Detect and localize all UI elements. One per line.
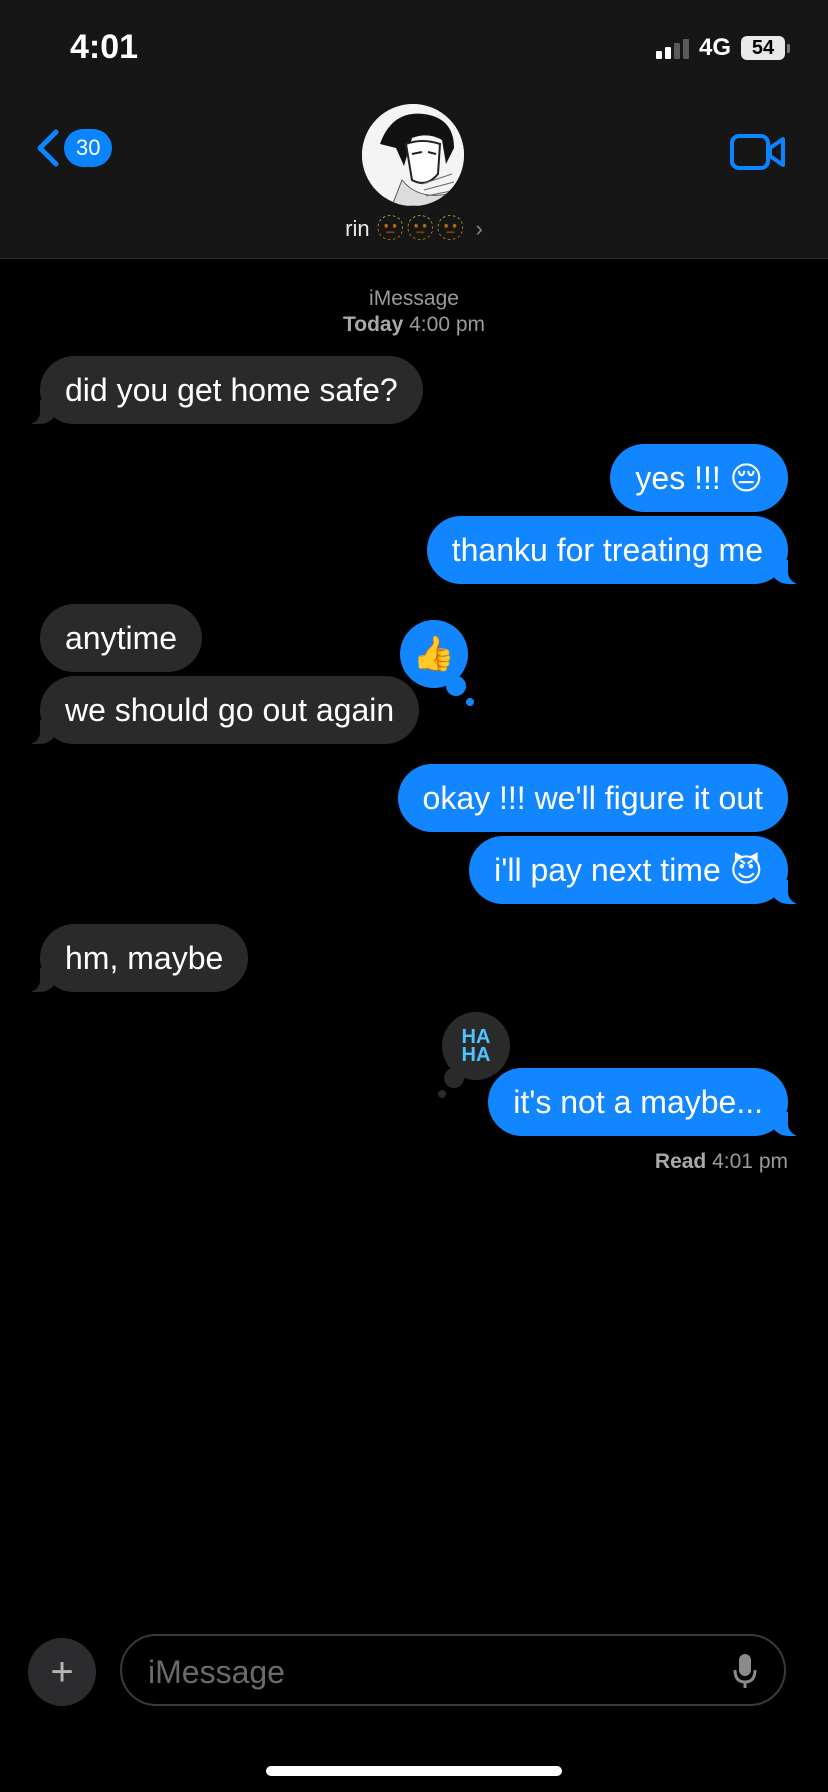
status-indicators: 4G 54 [655, 34, 790, 62]
message-outgoing[interactable]: yes !!! 😔 [610, 444, 788, 512]
message-input-placeholder: iMessage [148, 1654, 285, 1690]
unread-count-badge: 30 [64, 129, 113, 167]
message-incoming[interactable]: hm, maybe [25, 924, 249, 992]
contact-name: rin [345, 216, 370, 241]
contact-emojis: 🫥🫥🫥 [375, 215, 466, 242]
tapback-like[interactable]: 👍 [400, 620, 468, 688]
service-label: iMessage [369, 287, 459, 310]
tapback-haha[interactable]: HA HA [442, 1012, 510, 1080]
back-button[interactable]: 30 [32, 128, 113, 168]
back-chevron-icon [37, 129, 59, 167]
message-outgoing[interactable]: okay !!! we'll figure it out [397, 764, 788, 832]
plus-icon: + [50, 1649, 74, 1694]
message-incoming[interactable]: anytime [40, 604, 203, 672]
thread-time: 4:00 pm [409, 313, 486, 336]
message-incoming[interactable]: we should go out again [25, 676, 420, 744]
thumbs-up-icon: 👍 [412, 635, 456, 673]
message-incoming[interactable]: did you get home safe? [26, 356, 423, 424]
avatar-illustration-icon [362, 104, 464, 206]
message-outgoing[interactable]: i'll pay next time 😈 [469, 836, 802, 904]
video-call-icon[interactable] [730, 132, 786, 172]
message-outgoing[interactable]: it's not a maybe... [488, 1068, 802, 1136]
nav-header: 4:01 4G 54 30 rin 🫥🫥🫥 › [0, 0, 828, 259]
battery-icon: 54 [741, 36, 790, 60]
read-time: 4:01 pm [712, 1150, 788, 1173]
read-label: Read [654, 1150, 707, 1173]
thread-meta: iMessage Today 4:00 pm [0, 286, 828, 338]
tapback-tail-dot [466, 698, 474, 706]
plus-button[interactable]: + [28, 1638, 96, 1706]
contact-name-row[interactable]: rin 🫥🫥🫥 › [0, 214, 828, 243]
message-input[interactable]: iMessage [120, 1634, 786, 1706]
thread-day: Today [342, 313, 404, 336]
network-type: 4G [698, 34, 731, 61]
haha-icon: HA HA [461, 1026, 491, 1066]
tapback-tail-dot [438, 1090, 446, 1098]
microphone-icon[interactable] [732, 1652, 758, 1690]
status-time: 4:01 [70, 28, 139, 66]
battery-level: 54 [741, 36, 785, 60]
message-outgoing[interactable]: thanku for treating me [426, 516, 803, 584]
home-indicator[interactable] [266, 1766, 562, 1776]
contact-avatar[interactable] [362, 104, 464, 206]
signal-icon [655, 37, 689, 59]
read-receipt: Read 4:01 pm [655, 1150, 788, 1174]
chevron-right-icon: › [475, 216, 483, 241]
